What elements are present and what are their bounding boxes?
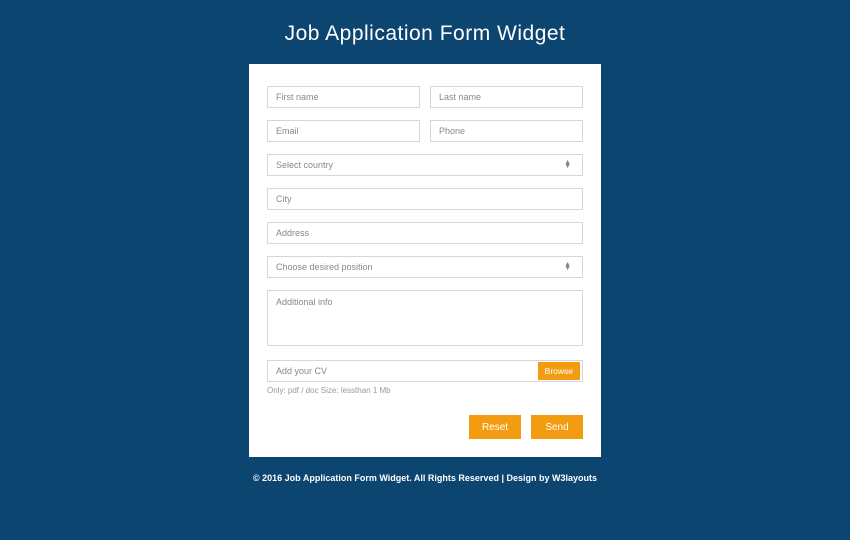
cv-placeholder: Add your CV <box>276 366 327 376</box>
address-field[interactable]: Address <box>267 222 583 244</box>
position-placeholder: Choose desired position <box>276 262 373 272</box>
city-field[interactable]: City <box>267 188 583 210</box>
footer-text: © 2016 Job Application Form Widget. All … <box>253 473 597 483</box>
chevron-updown-icon: ▲▼ <box>564 263 574 271</box>
upload-hint: Only: pdf / doc Size: lessthan 1 Mb <box>267 386 583 395</box>
form-card: First name Last name Email Phone Select … <box>249 64 601 457</box>
position-select[interactable]: Choose desired position ▲▼ <box>267 256 583 278</box>
additional-info-field[interactable]: Additional info <box>267 290 583 346</box>
last-name-field[interactable]: Last name <box>430 86 583 108</box>
send-button[interactable]: Send <box>531 415 583 439</box>
page-title: Job Application Form Widget <box>285 22 566 46</box>
phone-field[interactable]: Phone <box>430 120 583 142</box>
cv-upload-field[interactable]: Add your CV Browse <box>267 360 583 382</box>
country-select[interactable]: Select country ▲▼ <box>267 154 583 176</box>
first-name-field[interactable]: First name <box>267 86 420 108</box>
email-field[interactable]: Email <box>267 120 420 142</box>
reset-button[interactable]: Reset <box>469 415 521 439</box>
chevron-updown-icon: ▲▼ <box>564 161 574 169</box>
country-placeholder: Select country <box>276 160 333 170</box>
browse-button[interactable]: Browse <box>538 362 580 380</box>
